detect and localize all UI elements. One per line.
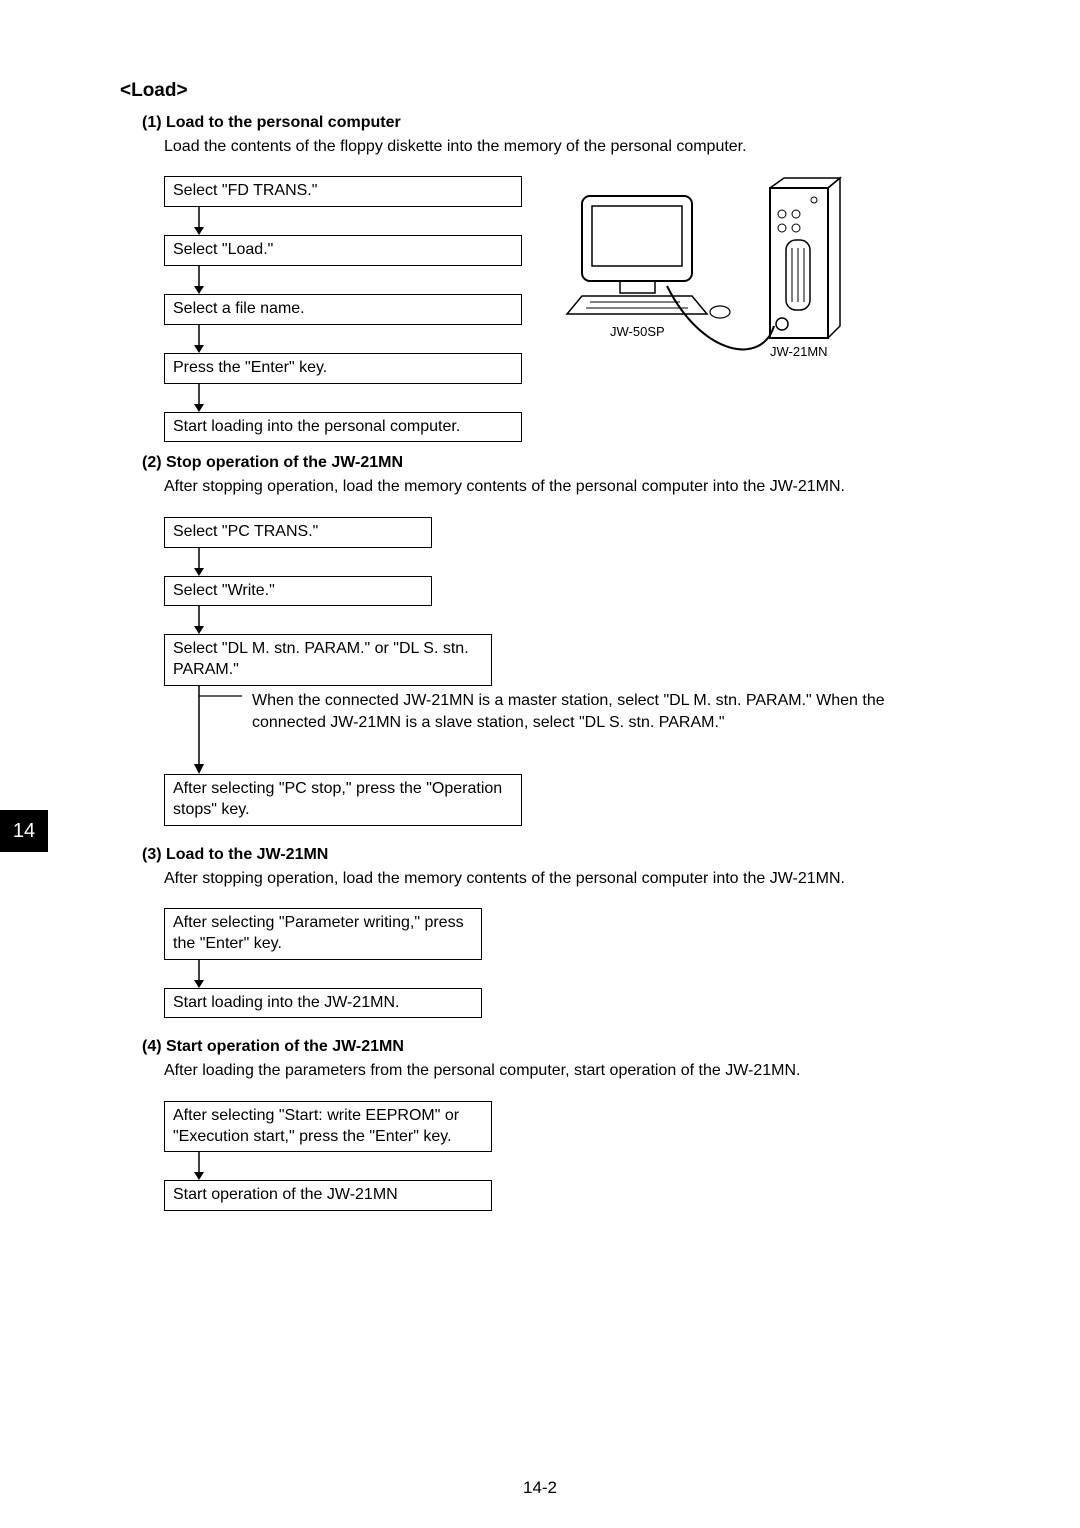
flow-step: Select "Write." (164, 576, 432, 607)
flow-step: After selecting "Parameter writing," pre… (164, 908, 482, 960)
flow-step: After selecting "PC stop," press the "Op… (164, 774, 522, 826)
sub2-flow: Select "PC TRANS." Select "Write." Selec… (164, 517, 990, 826)
arrow-down-icon (192, 960, 990, 988)
illus-module-label: JW-21MN (770, 344, 828, 359)
arrow-down-icon (192, 384, 522, 412)
illus-pc-label: JW-50SP (610, 324, 665, 339)
arrow-down-icon (192, 207, 522, 235)
sub1-title: (1) Load to the personal computer (142, 114, 990, 132)
arrow-down-icon (192, 686, 252, 774)
sub2-desc: After stopping operation, load the memor… (164, 476, 990, 498)
page-number: 14-2 (0, 1478, 1080, 1498)
sub4-title: (4) Start operation of the JW-21MN (142, 1038, 990, 1056)
sub2-title: (2) Stop operation of the JW-21MN (142, 454, 990, 472)
sub3-desc: After stopping operation, load the memor… (164, 868, 990, 890)
sub1-flow: Select "FD TRANS." Select "Load." Select… (164, 176, 522, 442)
flow-step: Start loading into the JW-21MN. (164, 988, 482, 1019)
flow-step: Select "FD TRANS." (164, 176, 522, 207)
sidenote-text: When the connected JW-21MN is a master s… (252, 686, 892, 733)
sub3-title: (3) Load to the JW-21MN (142, 846, 990, 864)
arrow-down-icon (192, 266, 522, 294)
flow-step: Select a file name. (164, 294, 522, 325)
sub3-flow: After selecting "Parameter writing," pre… (164, 908, 990, 1018)
flow-step: Start loading into the personal computer… (164, 412, 522, 443)
hardware-illustration: JW-50SP JW-21MN (552, 176, 852, 376)
flow-step: Select "PC TRANS." (164, 517, 432, 548)
flow-step: Select "DL M. stn. PARAM." or "DL S. stn… (164, 634, 492, 686)
section-title: <Load> (120, 80, 990, 102)
arrow-down-icon (192, 1152, 990, 1180)
flow-step: Press the "Enter" key. (164, 353, 522, 384)
arrow-down-icon (192, 548, 990, 576)
sub4-flow: After selecting "Start: write EEPROM" or… (164, 1101, 990, 1211)
arrow-down-icon (192, 325, 522, 353)
sub1-desc: Load the contents of the floppy diskette… (164, 136, 990, 158)
flow-step: After selecting "Start: write EEPROM" or… (164, 1101, 492, 1153)
flow-step: Select "Load." (164, 235, 522, 266)
flow-step: Start operation of the JW-21MN (164, 1180, 492, 1211)
arrow-down-icon (192, 606, 990, 634)
sub4-desc: After loading the parameters from the pe… (164, 1060, 990, 1082)
